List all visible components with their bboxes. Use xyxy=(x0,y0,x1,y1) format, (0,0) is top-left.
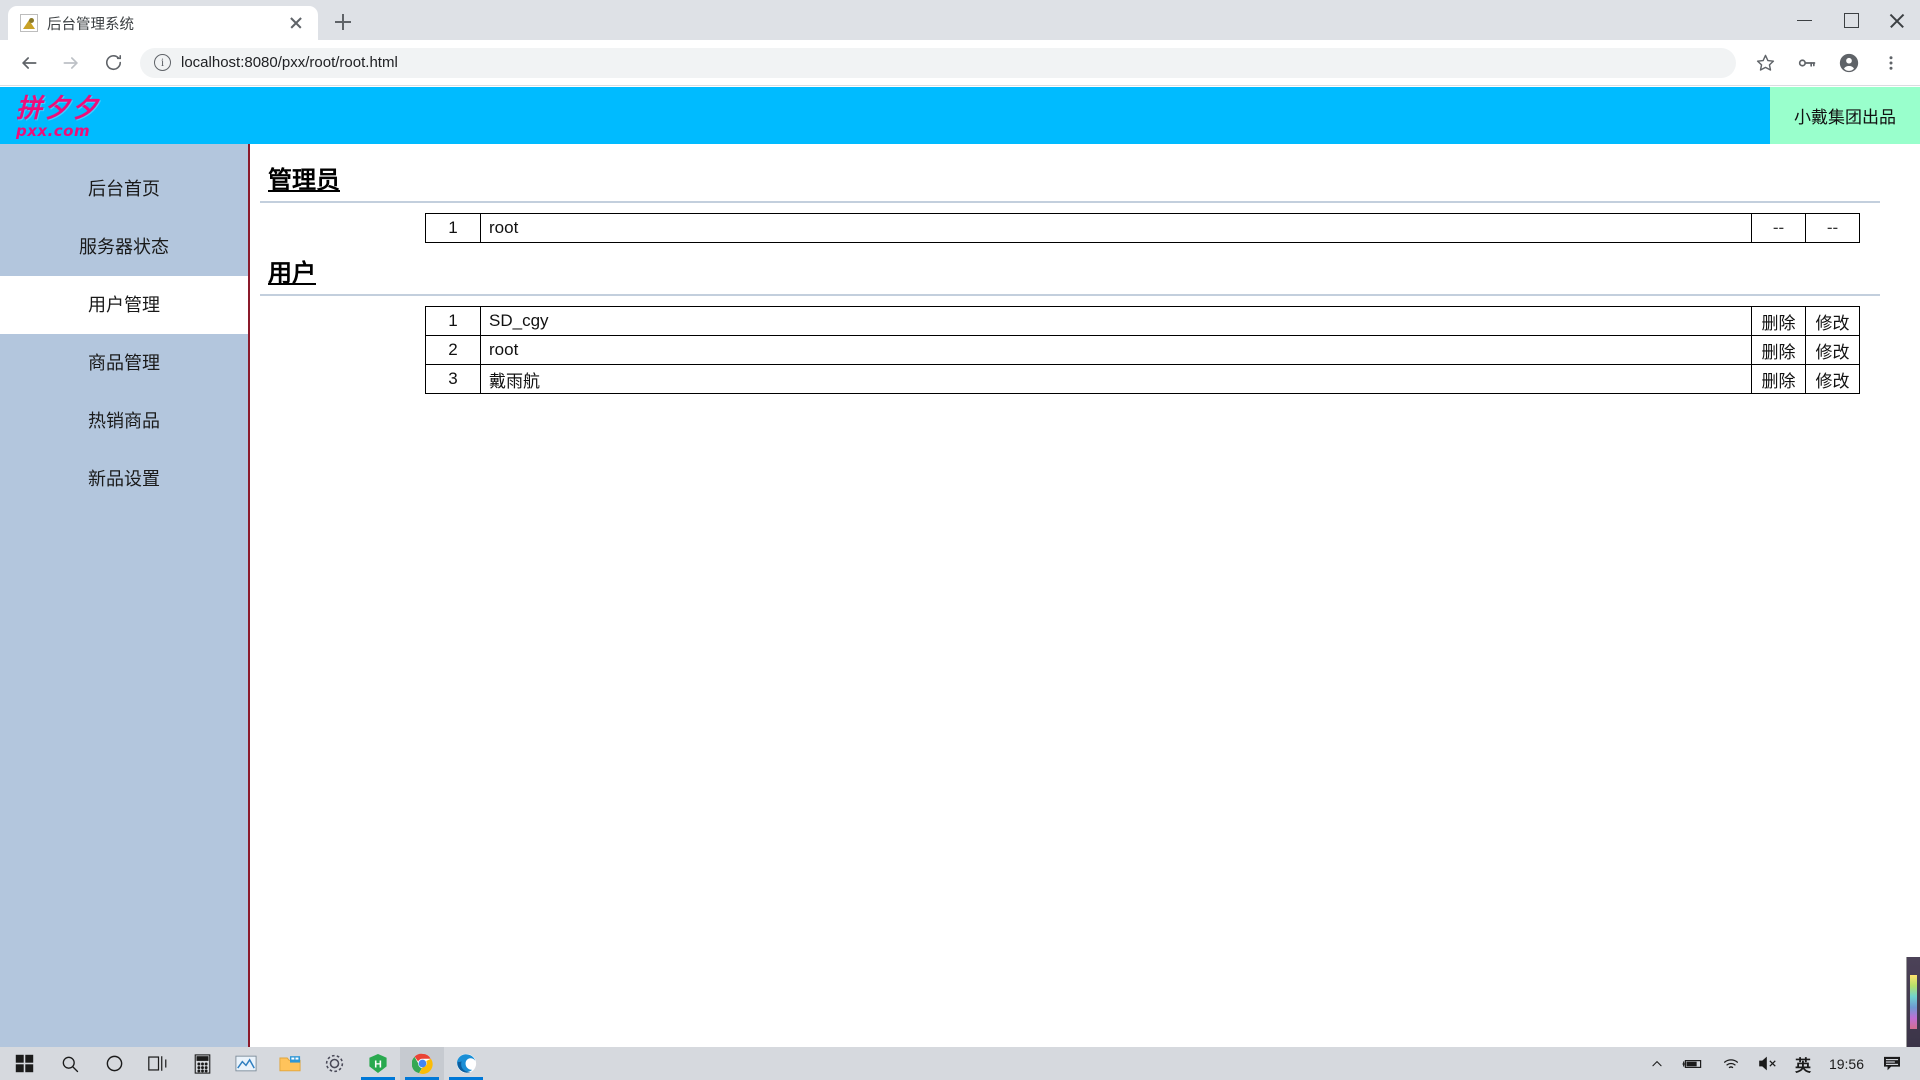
cortana-icon[interactable] xyxy=(92,1047,136,1080)
user-row-delete-button[interactable]: 删除 xyxy=(1751,364,1806,394)
admin-row-edit-action: -- xyxy=(1805,213,1860,243)
admin-row-index: 1 xyxy=(425,213,481,243)
calculator-icon[interactable] xyxy=(180,1047,224,1080)
address-bar[interactable]: i localhost:8080/pxx/root/root.html xyxy=(140,47,1736,78)
minimize-icon[interactable] xyxy=(1782,0,1828,40)
forward-arrow-icon[interactable] xyxy=(54,46,88,80)
task-view-icon[interactable] xyxy=(136,1047,180,1080)
user-row-index: 1 xyxy=(425,306,481,336)
admin-row-name: root xyxy=(480,213,1752,243)
back-arrow-icon[interactable] xyxy=(12,46,46,80)
user-section-divider xyxy=(260,294,1880,296)
edge-icon[interactable] xyxy=(444,1047,488,1080)
clock[interactable]: 19:56 xyxy=(1819,1056,1874,1072)
tab-title: 后台管理系统 xyxy=(47,16,134,33)
admin-table: 1 root -- -- xyxy=(425,213,1860,243)
system-tray: 英 19:56 xyxy=(1641,1052,1920,1076)
user-row-edit-button[interactable]: 修改 xyxy=(1805,335,1860,365)
photos-icon[interactable] xyxy=(224,1047,268,1080)
window-controls xyxy=(1782,0,1920,40)
key-icon[interactable] xyxy=(1790,46,1824,80)
table-row: 3 戴雨航 删除 修改 xyxy=(425,364,1860,394)
settings-icon[interactable] xyxy=(312,1047,356,1080)
sidebar-item-new-product-settings[interactable]: 新品设置 xyxy=(0,450,248,508)
user-row-index: 2 xyxy=(425,335,481,365)
web-page: 拼夕夕 pxx.com 小戴集团出品 后台首页 服务器状态 用户管理 商品管理 … xyxy=(0,87,1920,1047)
table-row: 1 root -- -- xyxy=(425,213,1860,243)
notification-icon[interactable] xyxy=(1874,1056,1910,1072)
user-row-index: 3 xyxy=(425,364,481,394)
admin-section-divider xyxy=(260,201,1880,203)
avatar-icon[interactable] xyxy=(1832,46,1866,80)
site-logo[interactable]: 拼夕夕 pxx.com xyxy=(0,87,100,144)
sidebar-item-hot-products[interactable]: 热销商品 xyxy=(0,392,248,450)
hbuilder-icon[interactable]: H xyxy=(356,1047,400,1080)
close-icon[interactable] xyxy=(284,11,308,35)
sidebar-item-home[interactable]: 后台首页 xyxy=(0,160,248,218)
speaker-muted-icon[interactable] xyxy=(1749,1056,1787,1071)
sidebar-item-user-management[interactable]: 用户管理 xyxy=(0,276,248,334)
star-icon[interactable] xyxy=(1748,46,1782,80)
sidebar: 后台首页 服务器状态 用户管理 商品管理 热销商品 新品设置 xyxy=(0,144,250,1047)
user-row-delete-button[interactable]: 删除 xyxy=(1751,335,1806,365)
file-explorer-icon[interactable] xyxy=(268,1047,312,1080)
logo-domain-text: pxx.com xyxy=(16,121,91,140)
taskbar: H 英 19:56 xyxy=(0,1047,1920,1080)
user-row-edit-button[interactable]: 修改 xyxy=(1805,364,1860,394)
toolbar-actions xyxy=(1744,46,1912,80)
user-table: 1 SD_cgy 删除 修改 2 root 删除 修改 3 戴雨航 删除 修改 xyxy=(425,306,1860,394)
svg-text:H: H xyxy=(374,1058,382,1070)
user-row-delete-button[interactable]: 删除 xyxy=(1751,306,1806,336)
browser-toolbar: i localhost:8080/pxx/root/root.html xyxy=(0,40,1920,86)
reload-icon[interactable] xyxy=(96,46,130,80)
image-favicon xyxy=(20,14,38,32)
browser-window: 后台管理系统 i localhost:8080/pxx/root/root.ht… xyxy=(0,0,1920,1047)
sidebar-item-server-status[interactable]: 服务器状态 xyxy=(0,218,248,276)
battery-icon[interactable] xyxy=(1673,1057,1713,1071)
site-header: 拼夕夕 pxx.com 小戴集团出品 xyxy=(0,87,1920,144)
user-row-name: root xyxy=(480,335,1752,365)
maximize-icon[interactable] xyxy=(1828,0,1874,40)
new-tab-button[interactable] xyxy=(328,7,358,37)
ime-indicator[interactable]: 英 xyxy=(1787,1052,1819,1076)
info-circle-icon[interactable]: i xyxy=(154,54,171,71)
chevron-up-icon[interactable] xyxy=(1641,1057,1673,1071)
browser-tab[interactable]: 后台管理系统 xyxy=(8,6,318,40)
user-section-header: 用户 xyxy=(260,253,1880,290)
chrome-icon[interactable] xyxy=(400,1047,444,1080)
logo-chinese-text: 拼夕夕 xyxy=(16,93,101,124)
wifi-icon[interactable] xyxy=(1713,1056,1749,1071)
close-window-icon[interactable] xyxy=(1874,0,1920,40)
three-dot-menu-icon[interactable] xyxy=(1874,46,1908,80)
user-row-edit-button[interactable]: 修改 xyxy=(1805,306,1860,336)
page-body: 后台首页 服务器状态 用户管理 商品管理 热销商品 新品设置 管理员 1 roo… xyxy=(0,144,1920,1047)
windows-start-icon[interactable] xyxy=(0,1054,48,1073)
admin-section-header: 管理员 xyxy=(260,160,1880,197)
admin-row-delete-action: -- xyxy=(1751,213,1806,243)
admin-section-title: 管理员 xyxy=(268,167,340,194)
tab-strip: 后台管理系统 xyxy=(0,0,1920,40)
content-area: 管理员 1 root -- -- 用户 1 SD_cgy 删除 修改 2 roo… xyxy=(250,144,1920,1047)
user-row-name: SD_cgy xyxy=(480,306,1752,336)
user-row-name: 戴雨航 xyxy=(480,364,1752,394)
sidebar-item-product-management[interactable]: 商品管理 xyxy=(0,334,248,392)
search-icon[interactable] xyxy=(48,1047,92,1080)
header-badge: 小戴集团出品 xyxy=(1770,87,1920,144)
table-row: 1 SD_cgy 删除 修改 xyxy=(425,306,1860,336)
table-row: 2 root 删除 修改 xyxy=(425,335,1860,365)
user-section-title: 用户 xyxy=(268,260,316,287)
scrollbar[interactable] xyxy=(1906,957,1920,1047)
address-bar-url: localhost:8080/pxx/root/root.html xyxy=(181,54,398,71)
